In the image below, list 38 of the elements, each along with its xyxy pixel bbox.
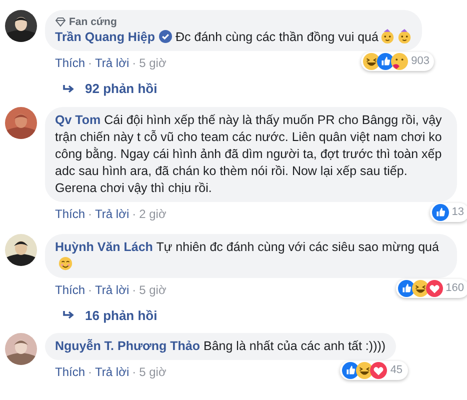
replies-link[interactable]: 92 phản hồi [85, 79, 158, 98]
author-link[interactable]: Qv Tom [55, 112, 101, 126]
timestamp: 5 giờ [139, 364, 166, 380]
reaction-count: 160 [446, 280, 465, 296]
action-link[interactable]: Trả lời [95, 282, 130, 298]
replies-link[interactable]: 16 phản hồi [85, 306, 158, 325]
reaction-count: 45 [390, 363, 404, 378]
separator-dot: · [132, 364, 136, 380]
author-link[interactable]: Trần Quang Hiệp [55, 30, 156, 44]
action-link[interactable]: Trả lời [95, 55, 130, 71]
separator-dot: · [132, 206, 136, 222]
author-link[interactable]: Huỳnh Văn Lách [55, 240, 153, 254]
comment-text: Nguyễn T. Phương Thảo Bâng là nhất của các anh tất :)))) [55, 338, 386, 355]
author-link[interactable]: Nguyễn T. Phương Thảo [55, 339, 200, 353]
separator-dot: · [88, 364, 92, 380]
reaction-count: 13 [452, 204, 465, 220]
action-link[interactable]: Thích [55, 55, 86, 71]
fan-label: Fan cứng [69, 15, 117, 29]
separator-dot: · [132, 282, 136, 298]
timestamp: 5 giờ [139, 55, 166, 71]
separator-dot: · [88, 282, 92, 298]
comment-text: Trần Quang Hiệp Đc đánh cùng các thần đồng vui quá [55, 29, 412, 46]
timestamp: 2 giờ [139, 206, 166, 222]
reply-arrow-icon [63, 84, 75, 94]
action-link[interactable]: Trả lời [95, 206, 130, 222]
action-link[interactable]: Thích [55, 364, 86, 380]
separator-dot: · [88, 55, 92, 71]
reaction-count: 903 [411, 54, 430, 70]
reply-arrow-icon [63, 310, 75, 320]
timestamp: 5 giờ [139, 282, 166, 298]
action-link[interactable]: Thích [55, 206, 86, 222]
comment-text: Qv Tom Cái đội hình xếp thế này là thấy muốn PR cho Bângg rồi, vậy trận chiến này t cỗ vũ cho team các nước. Liên quân việt nam chơi ko công bằng. Ngay cái hình ảnh đã dìm người ta, đợt trước thì toàn xếp adc sau hình ara, đã chán ko thèm nói rồi. Now lại xếp sau tiếp. Gerena chơi vậy thì chịu rồi. [55, 112, 443, 196]
diamond-icon [55, 17, 66, 27]
action-link[interactable]: Trả lời [95, 364, 130, 380]
action-link[interactable]: Thích [55, 282, 86, 298]
separator-dot: · [132, 55, 136, 71]
separator-dot: · [88, 206, 92, 222]
comment-text: Huỳnh Văn Lách Tự nhiên đc đánh cùng với các siêu sao mừng quá [55, 238, 447, 272]
